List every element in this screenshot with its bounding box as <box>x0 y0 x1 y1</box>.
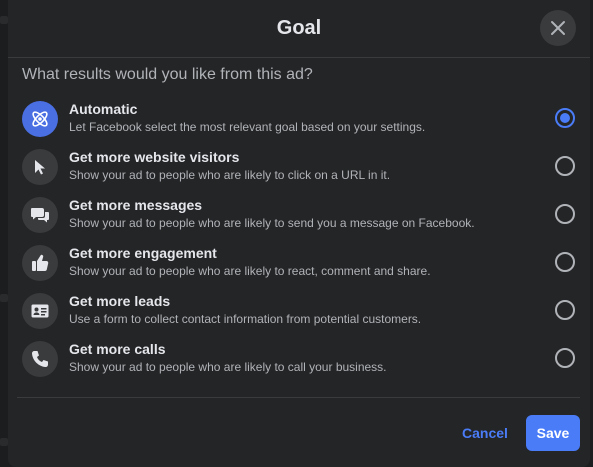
option-title: Get more website visitors <box>69 149 240 165</box>
background-fragment <box>0 16 8 24</box>
dialog-title: Goal <box>276 17 322 39</box>
goal-option-messages[interactable]: Get more messages Show your ad to people… <box>22 193 582 241</box>
goal-option-calls[interactable]: Get more calls Show your ad to people wh… <box>22 337 582 385</box>
goal-dialog: Goal What results would you like from th… <box>8 0 590 467</box>
option-radio-calls[interactable] <box>555 348 575 368</box>
background-fragment <box>0 438 8 446</box>
goal-option-automatic[interactable]: Automatic Let Facebook select the most r… <box>22 97 582 145</box>
option-radio-leads[interactable] <box>555 300 575 320</box>
dialog-header: Goal <box>8 0 590 58</box>
option-description: Show your ad to people who are likely to… <box>69 216 475 230</box>
goal-option-leads[interactable]: Get more leads Use a form to collect con… <box>22 289 582 337</box>
goal-question: What results would you like from this ad… <box>22 66 313 83</box>
contact-card-icon <box>22 293 58 329</box>
phone-icon <box>22 341 58 377</box>
option-radio-messages[interactable] <box>555 204 575 224</box>
option-description: Show your ad to people who are likely to… <box>69 264 431 278</box>
cancel-button[interactable]: Cancel <box>454 415 516 451</box>
option-description: Show your ad to people who are likely to… <box>69 360 387 374</box>
option-title: Get more engagement <box>69 245 217 261</box>
footer-divider <box>17 397 580 398</box>
option-radio-automatic[interactable] <box>555 108 575 128</box>
option-description: Use a form to collect contact informatio… <box>69 312 422 326</box>
option-title: Get more leads <box>69 293 171 309</box>
option-title: Get more calls <box>69 341 166 357</box>
thumbs-up-icon <box>22 245 58 281</box>
goal-options-list: Automatic Let Facebook select the most r… <box>22 97 582 385</box>
option-description: Show your ad to people who are likely to… <box>69 168 391 182</box>
background-fragment <box>0 294 8 302</box>
cursor-icon <box>22 149 58 185</box>
option-title: Automatic <box>69 101 138 117</box>
option-radio-engagement[interactable] <box>555 252 575 272</box>
close-button[interactable] <box>540 10 576 46</box>
goal-option-website-visitors[interactable]: Get more website visitors Show your ad t… <box>22 145 582 193</box>
option-description: Let Facebook select the most relevant go… <box>69 120 426 134</box>
save-button[interactable]: Save <box>526 415 580 451</box>
atom-icon <box>22 101 58 137</box>
option-title: Get more messages <box>69 197 203 213</box>
chat-bubbles-icon <box>22 197 58 233</box>
goal-option-engagement[interactable]: Get more engagement Show your ad to peop… <box>22 241 582 289</box>
option-radio-website-visitors[interactable] <box>555 156 575 176</box>
close-icon <box>551 21 565 35</box>
